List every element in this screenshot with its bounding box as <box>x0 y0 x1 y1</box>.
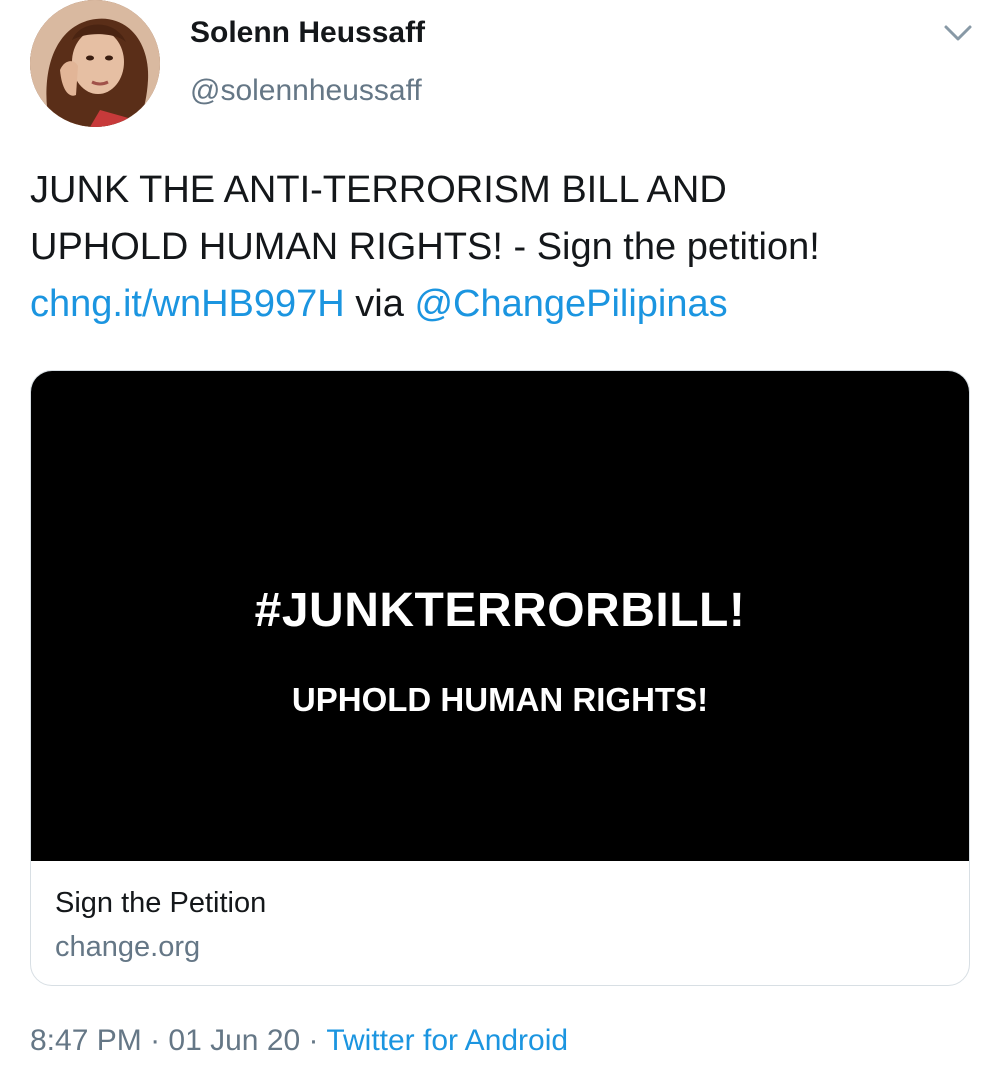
tweet-meta: 8:47 PM · 01 Jun 20 · Twitter for Androi… <box>30 1024 568 1058</box>
tweet-time[interactable]: 8:47 PM <box>30 1024 142 1057</box>
card-title: Sign the Petition <box>55 887 267 919</box>
petition-link[interactable]: chng.it/wnHB997H <box>30 283 345 325</box>
card-image-headline: #JUNKTERRORBILL! <box>254 584 746 637</box>
tweet-text-line: JUNK THE ANTI-TERRORISM BILL AND <box>30 169 727 211</box>
meta-separator: · <box>141 1024 169 1057</box>
tweet-date[interactable]: 01 Jun 20 <box>168 1024 300 1057</box>
card-image-subline: UPHOLD HUMAN RIGHTS! <box>291 681 709 718</box>
tweet-text-line: chng.it/wnHB997H via @ChangePilipinas <box>30 276 980 333</box>
meta-separator: · <box>300 1024 327 1057</box>
avatar[interactable] <box>30 0 160 127</box>
card-domain: change.org <box>55 931 201 963</box>
tweet-source[interactable]: Twitter for Android <box>326 1024 568 1057</box>
link-card[interactable]: #JUNKTERRORBILL! UPHOLD HUMAN RIGHTS! Si… <box>30 370 970 986</box>
mention-link[interactable]: @ChangePilipinas <box>414 283 727 325</box>
tweet-text-line: UPHOLD HUMAN RIGHTS! - Sign the petition… <box>30 226 820 268</box>
author-handle[interactable]: @solennheussaff <box>190 74 422 108</box>
tweet-text: JUNK THE ANTI-TERRORISM BILL AND UPHOLD … <box>30 162 980 333</box>
avatar-photo <box>30 0 160 127</box>
chevron-down-icon[interactable] <box>940 18 976 48</box>
author-display-name[interactable]: Solenn Heussaff <box>190 16 425 50</box>
via-text: via <box>344 283 415 325</box>
tweet: Solenn Heussaff @solennheussaff JUNK THE… <box>0 0 1000 1077</box>
card-image[interactable]: #JUNKTERRORBILL! UPHOLD HUMAN RIGHTS! <box>31 371 969 861</box>
